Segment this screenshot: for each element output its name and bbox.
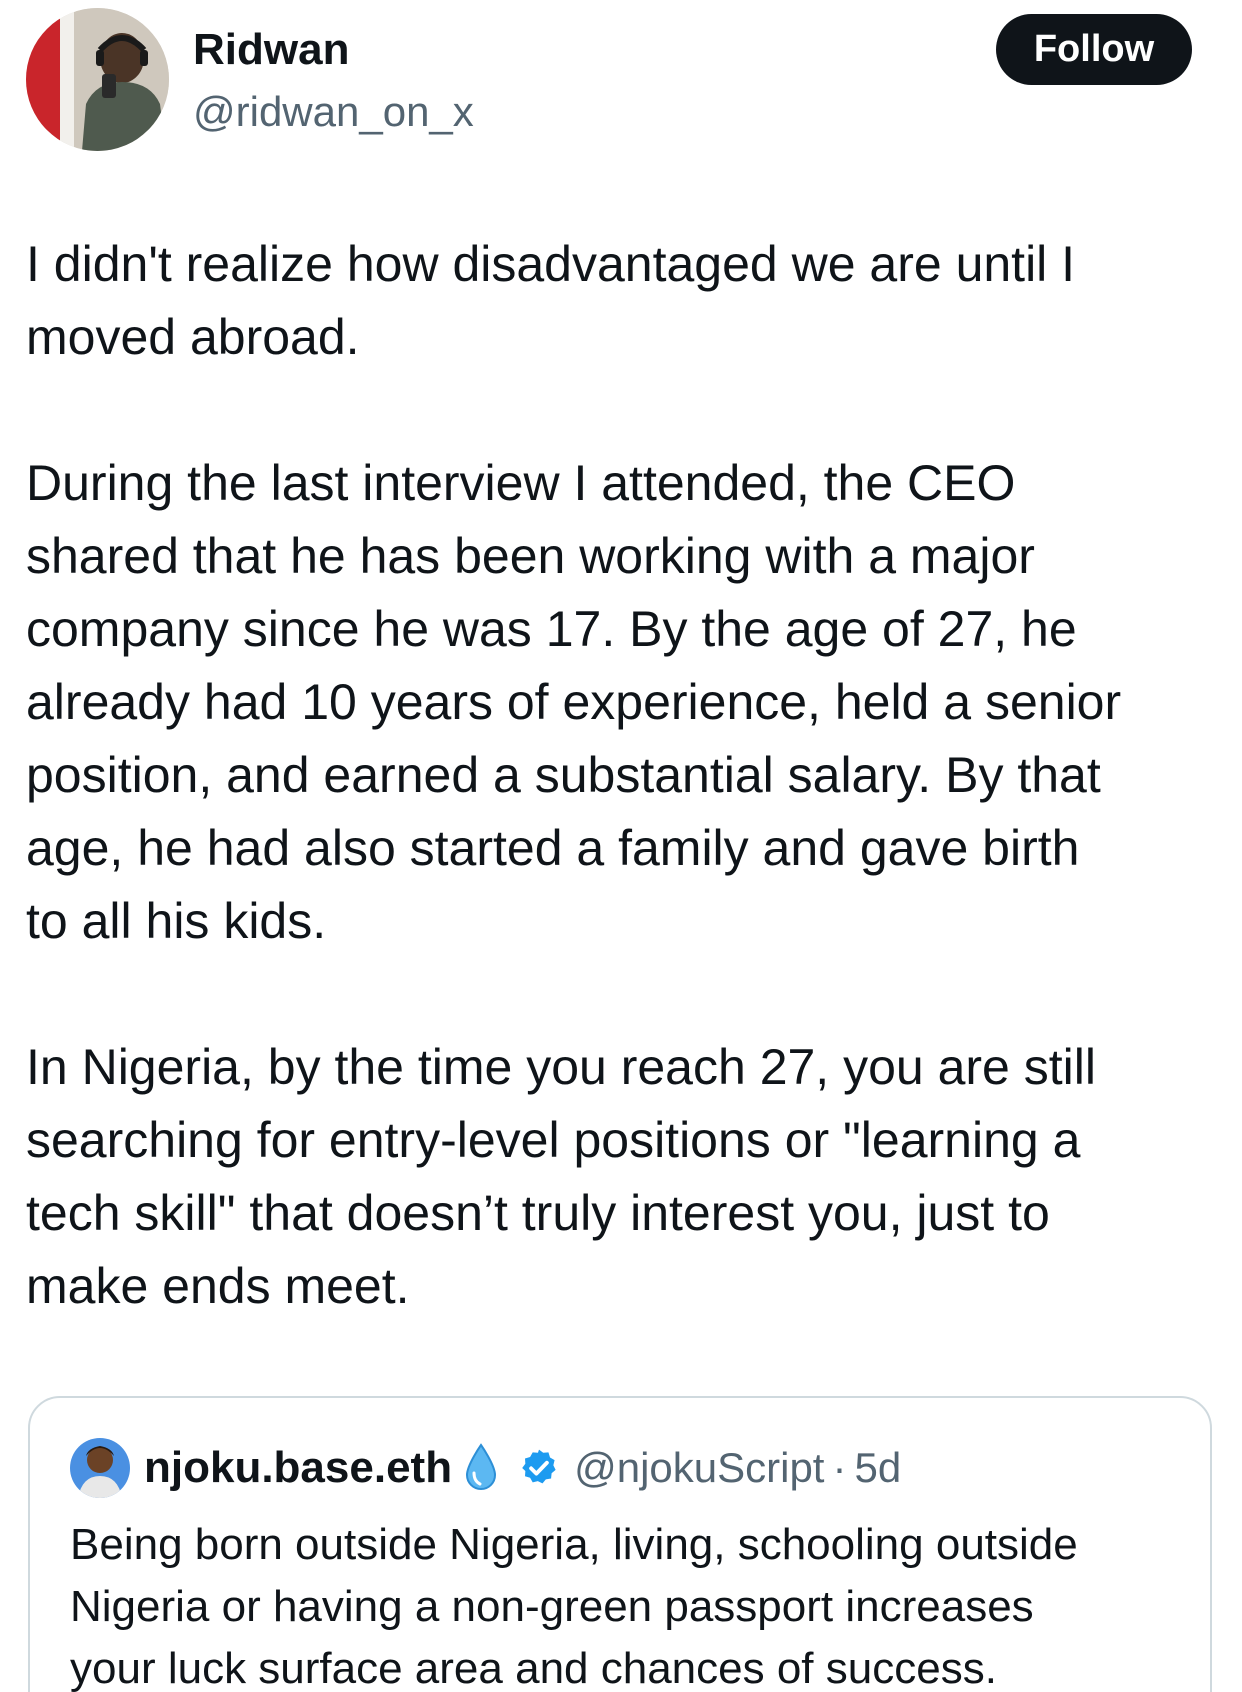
tweet-line: In Nigeria, by the time you reach 27, yo… (26, 1039, 1096, 1095)
tweet-page: Ridwan @ridwan_on_x Follow I didn't real… (0, 0, 1242, 1692)
quoted-author-display-name[interactable]: njoku.base.eth (144, 1443, 452, 1493)
tweet-line: age, he had also started a family and ga… (26, 820, 1080, 876)
tweet-line: position, and earned a substantial salar… (26, 747, 1101, 803)
tweet-line: I didn't realize how disadvantaged we ar… (26, 236, 1076, 292)
tweet-line: already had 10 years of experience, held… (26, 674, 1122, 730)
author-handle[interactable]: @ridwan_on_x (193, 84, 474, 140)
quoted-tweet-text: Being born outside Nigeria, living, scho… (70, 1514, 1190, 1692)
author-display-name[interactable]: Ridwan (193, 22, 349, 78)
tweet-line: company since he was 17. By the age of 2… (26, 601, 1077, 657)
tweet-text: I didn't realize how disadvantaged we ar… (26, 228, 1226, 1396)
quoted-author-handle[interactable]: @njokuScript (574, 1444, 824, 1492)
tweet-paragraph: I didn't realize how disadvantaged we ar… (26, 228, 1226, 374)
tweet-line: to all his kids. (26, 893, 327, 949)
quoted-author-avatar[interactable] (70, 1438, 130, 1498)
separator-dot: · (832, 1444, 847, 1491)
tweet-paragraph: During the last interview I attended, th… (26, 447, 1226, 958)
follow-button[interactable]: Follow (996, 14, 1192, 85)
author-avatar[interactable] (26, 8, 169, 151)
quoted-tweet-line: Nigeria or having a non-green passport i… (70, 1582, 1034, 1631)
quoted-tweet-time[interactable]: 5d (854, 1444, 901, 1492)
quoted-avatar-photo-icon (70, 1438, 130, 1498)
avatar-photo-icon (26, 8, 169, 151)
tweet-line: shared that he has been working with a m… (26, 528, 1035, 584)
tweet-line: searching for entry-level positions or "… (26, 1112, 1081, 1168)
tweet-line: During the last interview I attended, th… (26, 455, 1016, 511)
tweet-line: tech skill" that doesn’t truly interest … (26, 1185, 1050, 1241)
verified-badge-icon (518, 1447, 560, 1489)
tweet-line: moved abroad. (26, 309, 360, 365)
quoted-tweet-header: njoku.base.eth @njokuScript · 5d (70, 1438, 901, 1498)
tweet-line: make ends meet. (26, 1258, 410, 1314)
quoted-tweet-card[interactable]: njoku.base.eth @njokuScript · 5d Being b… (28, 1396, 1212, 1692)
quoted-tweet-line: Being born outside Nigeria, living, scho… (70, 1520, 1078, 1569)
tweet-paragraph: In Nigeria, by the time you reach 27, yo… (26, 1031, 1226, 1323)
quoted-tweet-line: your luck surface area and chances of su… (70, 1644, 997, 1692)
droplet-icon (464, 1443, 498, 1493)
